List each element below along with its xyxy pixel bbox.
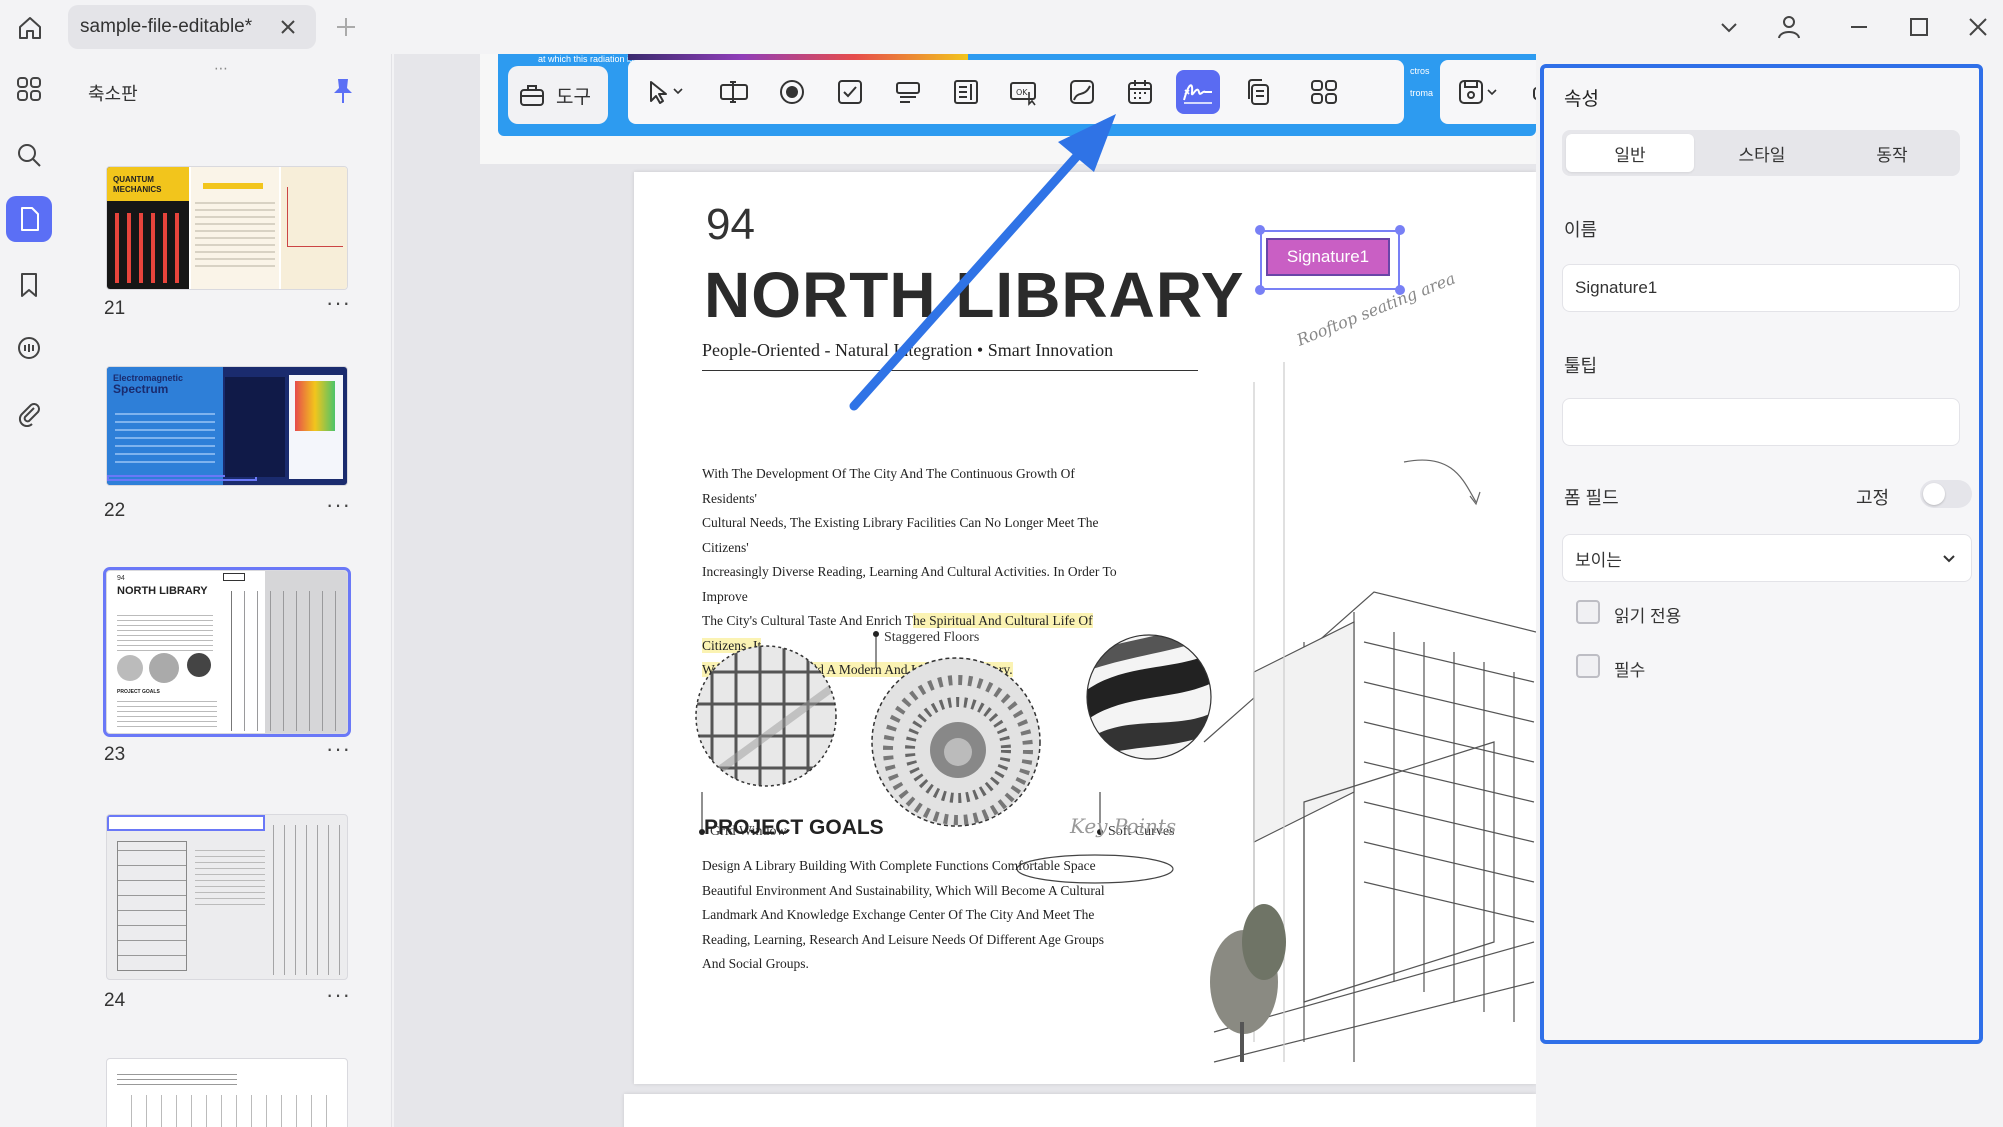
title-bar: sample-file-editable* [0,0,2003,54]
home-icon [19,17,41,39]
thumb21-line1: QUANTUM [113,175,154,184]
thumb-lines [117,611,213,651]
required-label: 필수 [1614,661,1646,680]
tooltip-input[interactable] [1562,398,1960,446]
thumb-chart [287,187,343,247]
page-thumbnail-23[interactable]: 94 NORTH LIBRARY PROJECT GOALS [103,567,351,737]
page-number-24: 24 [104,990,126,1011]
thumb-lines [117,1071,237,1085]
account-button[interactable] [1772,10,1806,44]
visibility-select[interactable]: 보이는 [1562,534,1972,582]
readonly-label: 읽기 전용 [1614,607,1682,626]
fixed-toggle[interactable] [1920,480,1972,508]
page-22-more-button[interactable]: ··· [326,492,351,518]
thumb-lines [117,699,217,727]
maximize-icon [1910,18,1928,36]
thumb22-title: Electromagnetic Spectrum [113,373,183,396]
left-rail [0,54,62,1127]
thumb-floorplan [117,841,187,971]
thumb-dark-panel [225,377,285,477]
thumb-lines [115,407,215,463]
thumb23-goals: PROJECT GOALS [117,689,160,695]
close-icon [1969,18,1987,36]
document-tab[interactable]: sample-file-editable* [68,5,316,49]
tab-general[interactable]: 일반 [1566,134,1694,172]
collapse-menu-button[interactable] [1712,10,1746,44]
thumb-highlight [107,815,265,831]
thumb-sig-field [223,573,245,581]
page-icon [21,207,39,231]
fixed-label: 고정 [1856,488,1890,508]
add-tab-icon[interactable] [332,13,360,41]
page-21-more-button[interactable]: ··· [326,290,351,316]
chevron-down-icon [1943,555,1955,563]
page-thumbnail-25[interactable] [106,1058,348,1127]
minimize-icon [1851,26,1867,28]
thumb23-num: 94 [117,575,125,582]
comment-icon [18,337,40,359]
visibility-value: 보이는 [1575,550,1622,570]
maximize-button[interactable] [1902,10,1936,44]
instruction-arrow [849,114,1116,411]
thumb21-line2: MECHANICS [113,185,162,194]
page-thumbnail-21[interactable]: QUANTUM MECHANICS [106,166,348,290]
rail-organize-button[interactable] [6,66,52,112]
close-window-button[interactable] [1961,10,1995,44]
thumb-circle-1 [117,655,143,681]
rail-search-button[interactable] [6,132,52,178]
thumb-heading-bar [203,183,263,189]
thumb-circle-2 [149,653,179,683]
thumb-circle-3 [187,653,211,677]
tab-style[interactable]: 스타일 [1698,134,1826,172]
form-field-label: 폼 필드 [1564,488,1619,508]
properties-panel: 속성 일반 스타일 동작 이름 툴팁 폼 필드 고정 보이는 읽기 전용 필수 [1540,64,1983,1044]
chevron-down-icon [1721,23,1737,33]
document-viewer[interactable]: at which this radiation is ctros troma 도구 [394,54,1536,1127]
thumbnail-panel: ⋯ 축소판 QUANTUM MECHANICS 21 ··· Electromag… [62,54,392,1127]
thumbnail-panel-title: 축소판 [88,84,138,104]
home-button[interactable] [10,8,50,48]
rail-pages-button[interactable] [6,196,52,242]
fixed-toggle-knob [1923,483,1945,505]
thumb21-title: QUANTUM MECHANICS [113,175,161,195]
page-24-more-button[interactable]: ··· [326,982,351,1008]
thumb-lines [195,845,265,905]
document-tab-title: sample-file-editable* [80,16,253,37]
rail-bookmarks-button[interactable] [6,262,52,308]
properties-title: 속성 [1564,89,1599,110]
tab-actions[interactable]: 동작 [1828,134,1956,172]
page-thumbnail-22[interactable]: Electromagnetic Spectrum [106,366,348,486]
properties-tabs: 일반 스타일 동작 [1562,130,1960,176]
bookmark-icon [21,273,37,297]
required-checkbox[interactable] [1576,654,1600,678]
user-icon [1778,16,1800,39]
name-label: 이름 [1564,220,1598,240]
page-number-22: 22 [104,500,126,521]
thumb-dots [115,213,181,283]
paperclip-icon [18,403,40,427]
page-number-23: 23 [104,744,126,765]
page-number-21: 21 [104,298,126,319]
thumb-lines [195,197,275,267]
rail-attachments-button[interactable] [6,390,52,436]
name-input[interactable] [1562,264,1960,312]
search-icon [18,144,41,167]
thumb-building [263,825,345,975]
thumb23-title: NORTH LIBRARY [117,585,208,597]
tooltip-label: 툴팁 [1564,356,1598,376]
thumb-building [231,591,341,731]
page-thumbnail-24[interactable] [106,814,348,980]
minimize-button[interactable] [1842,10,1876,44]
pin-icon[interactable] [330,76,356,106]
thumb-diagram [117,1095,337,1127]
thumb-chart [295,381,335,431]
close-tab-icon[interactable] [276,15,300,39]
thumb22-line2: Spectrum [113,382,169,396]
readonly-checkbox[interactable] [1576,600,1600,624]
grid-icon [17,77,41,101]
page-23-more-button[interactable]: ··· [326,736,351,762]
resize-grip[interactable]: ⋯ [214,60,230,77]
rail-comments-button[interactable] [6,326,52,372]
